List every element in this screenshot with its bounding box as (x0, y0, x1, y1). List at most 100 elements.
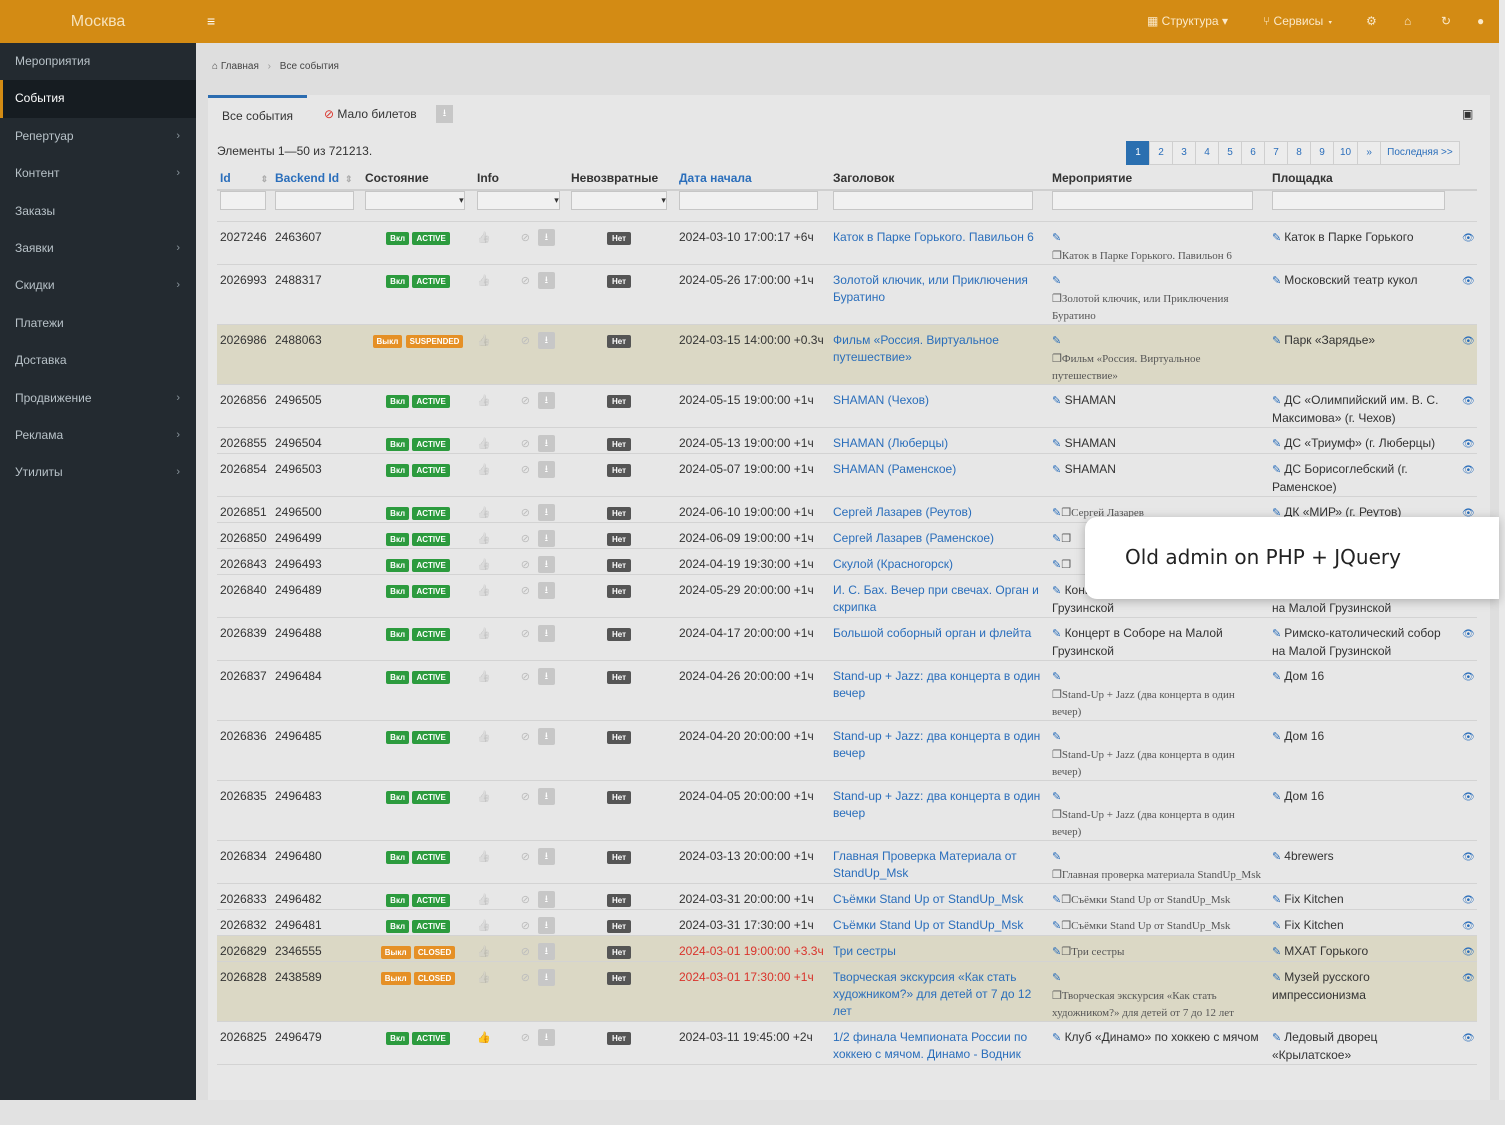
filter-id-input[interactable] (220, 191, 267, 210)
status-toggle-badge[interactable]: Вкл (386, 394, 410, 408)
copy-icon[interactable]: ❐ (1061, 507, 1071, 519)
thumb-up-icon[interactable]: 👍 (477, 585, 491, 597)
ban-icon[interactable]: ⊘ (521, 585, 530, 597)
status-toggle-badge[interactable]: Вкл (386, 893, 410, 907)
copy-icon[interactable]: ❐ (1061, 920, 1071, 932)
row-venue[interactable]: ДС Борисоглебский (г. Раменское) (1272, 462, 1408, 494)
eye-icon[interactable]: 👁 (1462, 973, 1475, 984)
pencil-icon[interactable]: ✎ (1052, 533, 1061, 545)
eye-icon[interactable]: 👁 (1462, 792, 1475, 803)
download-icon[interactable]: ⭳ (537, 228, 555, 246)
ban-icon[interactable]: ⊘ (521, 335, 530, 347)
row-title-link[interactable]: Скулой (Красногорск) (833, 557, 953, 571)
pencil-icon[interactable]: ✎ (1052, 946, 1061, 958)
eye-icon[interactable]: 👁 (1462, 895, 1475, 906)
ban-icon[interactable]: ⊘ (521, 894, 530, 906)
pencil-icon[interactable]: ✎ (1052, 791, 1061, 803)
download-icon[interactable]: ⭳ (537, 787, 555, 805)
page-link[interactable]: 9 (1310, 141, 1334, 165)
pencil-icon[interactable]: ✎ (1052, 920, 1061, 932)
page-link[interactable]: » (1357, 141, 1382, 165)
status-toggle-badge[interactable]: Вкл (386, 532, 410, 546)
page-link[interactable]: 3 (1172, 141, 1196, 165)
eye-icon[interactable]: 👁 (1462, 465, 1475, 476)
row-title-link[interactable]: Stand-up + Jazz: два концерта в один веч… (833, 729, 1040, 760)
thumb-up-icon[interactable]: 👍 (477, 946, 491, 958)
status-toggle-badge[interactable]: Вкл (386, 790, 410, 804)
pencil-icon[interactable]: ✎ (1272, 1032, 1284, 1044)
eye-icon[interactable]: 👁 (1462, 276, 1475, 287)
thumb-up-icon[interactable]: 👍 (477, 791, 491, 803)
column-header[interactable]: Backend Id ⇕ (272, 166, 362, 191)
filter-title-input[interactable] (833, 191, 1034, 210)
copy-icon[interactable]: ❐ (1061, 946, 1071, 958)
copy-icon[interactable]: ❐ (1052, 293, 1062, 305)
download-icon[interactable]: ⭳ (537, 529, 555, 547)
eye-icon[interactable]: 👁 (1462, 629, 1475, 640)
row-title-link[interactable]: Фильм «Россия. Виртуальное путешествие» (833, 333, 999, 364)
download-icon[interactable]: ⭳ (537, 727, 555, 745)
row-title-link[interactable]: Съёмки Stand Up от StandUp_Msk (833, 892, 1023, 906)
status-toggle-badge[interactable]: Выкл (372, 334, 403, 348)
eye-icon[interactable]: 👁 (1462, 233, 1475, 244)
sidebar-item[interactable]: События (0, 80, 196, 118)
thumb-up-icon[interactable]: 👍 (477, 335, 491, 347)
row-event-name[interactable]: SHAMAN (1065, 393, 1116, 407)
thumb-up-icon[interactable]: 👍 (477, 671, 491, 683)
status-toggle-badge[interactable]: Вкл (386, 627, 410, 641)
ban-icon[interactable]: ⊘ (521, 972, 530, 984)
eye-icon[interactable]: 👁 (1462, 336, 1475, 347)
ban-icon[interactable]: ⊘ (521, 395, 530, 407)
status-toggle-badge[interactable]: Выкл (380, 945, 411, 959)
sidebar-item[interactable]: Реклама › (0, 417, 196, 454)
row-event-name[interactable]: SHAMAN (1065, 462, 1116, 476)
tab-all-events[interactable]: Все события (208, 95, 308, 134)
row-venue[interactable]: Дом 16 (1284, 789, 1324, 803)
pencil-icon[interactable]: ✎ (1272, 946, 1284, 958)
thumb-up-icon[interactable]: 👍 (477, 731, 491, 743)
row-venue[interactable]: ДС «Триумф» (г. Люберцы) (1284, 436, 1435, 450)
structure-menu[interactable]: ▦ Структура ▾ (1147, 14, 1228, 28)
row-title-link[interactable]: Съёмки Stand Up от StandUp_Msk (833, 918, 1023, 932)
row-title-link[interactable]: Большой соборный орган и флейта (833, 626, 1031, 640)
filter-backend-id-input[interactable] (275, 191, 354, 210)
refresh-icon[interactable]: ↻ (1441, 14, 1451, 28)
page-link[interactable]: 4 (1195, 141, 1219, 165)
thumb-up-icon[interactable]: 👍 (477, 628, 491, 640)
pencil-icon[interactable]: ✎ (1052, 335, 1061, 347)
pencil-icon[interactable]: ✎ (1052, 395, 1061, 407)
thumb-up-icon[interactable]: 👍 (477, 972, 491, 984)
download-icon[interactable]: ⭳ (537, 391, 555, 409)
ban-icon[interactable]: ⊘ (521, 731, 530, 743)
download-icon[interactable]: ⭳ (537, 847, 555, 865)
page-link[interactable]: 10 (1333, 141, 1359, 165)
row-title-link[interactable]: Золотой ключик, или Приключения Буратино (833, 273, 1028, 304)
pencil-icon[interactable]: ✎ (1052, 731, 1061, 743)
pencil-icon[interactable]: ✎ (1052, 628, 1061, 640)
ban-icon[interactable]: ⊘ (521, 275, 530, 287)
ban-icon[interactable]: ⊘ (521, 920, 530, 932)
row-title-link[interactable]: Сергей Лазарев (Реутов) (833, 505, 972, 519)
download-icon[interactable]: ⭳ (537, 555, 555, 573)
thumb-up-icon[interactable]: 👍 (477, 1032, 491, 1044)
tab-few-tickets[interactable]: ⊘ Мало билетов (310, 95, 431, 134)
pencil-icon[interactable]: ✎ (1272, 335, 1284, 347)
eye-icon[interactable]: 👁 (1462, 672, 1475, 683)
pencil-icon[interactable]: ✎ (1272, 972, 1284, 984)
row-title-link[interactable]: Три сестры (833, 944, 896, 958)
pencil-icon[interactable]: ✎ (1052, 972, 1061, 984)
thumb-up-icon[interactable]: 👍 (477, 464, 491, 476)
pencil-icon[interactable]: ✎ (1052, 585, 1061, 597)
row-title-link[interactable]: Stand-up + Jazz: два концерта в один веч… (833, 669, 1040, 700)
copy-icon[interactable]: ❐ (1052, 250, 1062, 262)
pencil-icon[interactable]: ✎ (1272, 438, 1284, 450)
thumb-up-icon[interactable]: 👍 (477, 275, 491, 287)
row-title-link[interactable]: 1/2 финала Чемпионата России по хоккею с… (833, 1030, 1027, 1061)
row-title-link[interactable]: Творческая экскурсия «Как стать художник… (833, 970, 1031, 1018)
column-header[interactable]: Дата начала (676, 166, 830, 191)
page-link[interactable]: 2 (1149, 141, 1173, 165)
sidebar-item[interactable]: Репертуар › (0, 118, 196, 155)
filter-nonrefund-select[interactable]: ▾ (571, 191, 667, 210)
sidebar-item[interactable]: Заявки › (0, 230, 196, 267)
pencil-icon[interactable]: ✎ (1052, 275, 1061, 287)
